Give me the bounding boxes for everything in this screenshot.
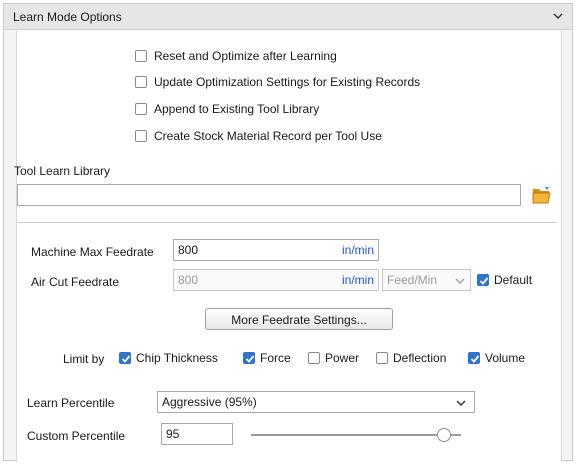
limit-power[interactable]: Power	[308, 350, 378, 366]
option-label: Append to Existing Tool Library	[154, 102, 320, 116]
power-checkbox[interactable]	[308, 352, 320, 364]
option-reset-optimize[interactable]: Reset and Optimize after Learning	[135, 48, 515, 64]
custom-percentile-input[interactable]: 95	[161, 423, 233, 445]
divider	[17, 222, 557, 223]
option-label: Reset and Optimize after Learning	[154, 49, 337, 63]
limit-deflection[interactable]: Deflection	[376, 350, 471, 366]
air-cut-label: Air Cut Feedrate	[31, 275, 120, 289]
default-label: Default	[494, 273, 533, 287]
option-stock-material[interactable]: Create Stock Material Record per Tool Us…	[135, 128, 515, 144]
chip-thickness-checkbox[interactable]	[119, 352, 131, 364]
slider-track	[251, 434, 461, 436]
air-cut-unit: in/min	[341, 273, 374, 287]
custom-percentile-slider[interactable]	[251, 427, 461, 443]
air-cut-input[interactable]: 800 in/min	[173, 269, 379, 291]
limit-force[interactable]: Force	[243, 350, 313, 366]
panel-title: Learn Mode Options	[13, 10, 122, 24]
option-checkbox[interactable]	[135, 50, 147, 62]
chevron-down-icon[interactable]	[552, 10, 564, 22]
tool-library-input[interactable]	[17, 184, 521, 206]
learn-percentile-label: Learn Percentile	[27, 396, 115, 410]
tool-library-label: Tool Learn Library	[14, 164, 111, 178]
air-cut-mode-select[interactable]: Feed/Min	[382, 269, 471, 291]
limit-volume[interactable]: Volume	[468, 350, 558, 366]
more-feedrate-settings-button[interactable]: More Feedrate Settings...	[205, 308, 393, 330]
option-update-settings[interactable]: Update Optimization Settings for Existin…	[135, 74, 515, 90]
folder-open-icon[interactable]	[532, 186, 552, 204]
learn-mode-options-panel: Learn Mode Options Reset and Optimize af…	[3, 3, 573, 462]
option-append-library[interactable]: Append to Existing Tool Library	[135, 101, 515, 117]
option-label: Update Optimization Settings for Existin…	[154, 75, 421, 89]
chevron-down-icon	[456, 400, 466, 406]
volume-checkbox[interactable]	[468, 352, 480, 364]
force-checkbox[interactable]	[243, 352, 255, 364]
deflection-checkbox[interactable]	[376, 352, 388, 364]
air-cut-default[interactable]: Default	[477, 272, 557, 288]
panel-body: Reset and Optimize after Learning Update…	[14, 31, 562, 462]
option-checkbox[interactable]	[135, 130, 147, 142]
limit-chip-thickness[interactable]: Chip Thickness	[119, 350, 239, 366]
learn-percentile-select[interactable]: Aggressive (95%)	[157, 391, 475, 413]
chevron-down-icon	[455, 278, 465, 284]
default-checkbox[interactable]	[477, 274, 489, 286]
slider-thumb[interactable]	[437, 428, 451, 442]
machine-max-unit: in/min	[341, 243, 374, 257]
machine-max-input[interactable]: 800 in/min	[173, 239, 379, 261]
option-label: Create Stock Material Record per Tool Us…	[154, 129, 382, 143]
custom-percentile-label: Custom Percentile	[27, 429, 126, 443]
option-checkbox[interactable]	[135, 103, 147, 115]
machine-max-label: Machine Max Feedrate	[31, 245, 154, 259]
panel-header[interactable]: Learn Mode Options	[4, 4, 572, 30]
limit-by-label: Limit by	[63, 352, 105, 366]
option-checkbox[interactable]	[135, 76, 147, 88]
